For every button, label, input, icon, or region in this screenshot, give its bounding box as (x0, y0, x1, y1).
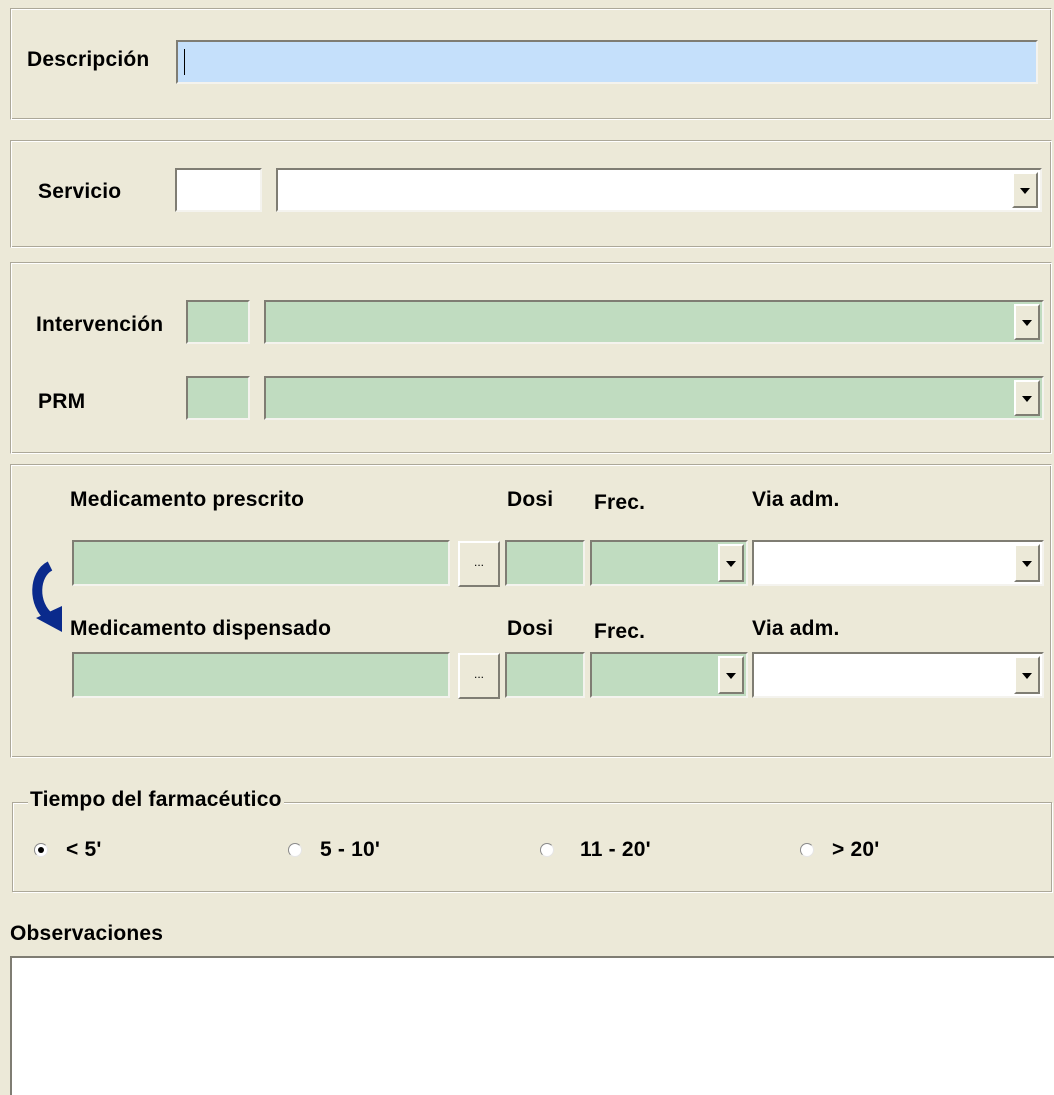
prescrito-via-select[interactable] (752, 540, 1044, 586)
prescrito-frec-label: Frec. (594, 491, 646, 514)
observaciones-textarea[interactable] (10, 956, 1054, 1095)
chevron-down-icon[interactable] (1014, 304, 1040, 340)
dispensado-label: Medicamento dispensado (70, 617, 332, 640)
prm-code-input[interactable] (186, 376, 250, 420)
curved-arrow-icon[interactable] (28, 560, 68, 634)
prescrito-dosi-input[interactable] (505, 540, 585, 586)
dispensado-medicamento-input[interactable] (72, 652, 450, 698)
tiempo-option-label: < 5' (66, 838, 102, 861)
prescrito-frec-select[interactable] (590, 540, 748, 586)
prescrito-medicamento-input[interactable] (72, 540, 450, 586)
servicio-label: Servicio (38, 180, 122, 203)
chevron-down-icon[interactable] (1014, 544, 1040, 582)
chevron-down-icon[interactable] (718, 656, 744, 694)
chevron-down-icon[interactable] (1012, 172, 1038, 208)
chevron-down-icon[interactable] (1014, 380, 1040, 416)
servicio-select[interactable] (276, 168, 1042, 212)
dispensado-dosi-label: Dosi (507, 617, 554, 640)
descripcion-label: Descripción (27, 48, 150, 71)
intervencion-select[interactable] (264, 300, 1044, 344)
intervencion-panel (10, 262, 1052, 454)
dispensado-dosi-input[interactable] (505, 652, 585, 698)
dispensado-via-label: Via adm. (752, 617, 840, 640)
radio-button[interactable] (800, 843, 814, 857)
radio-button[interactable] (288, 843, 302, 857)
radio-button[interactable] (540, 843, 554, 857)
descripcion-input[interactable] (176, 40, 1038, 84)
dispensado-browse-button[interactable]: ... (458, 653, 500, 699)
prescrito-browse-button[interactable]: ... (458, 541, 500, 587)
tiempo-groupbox (12, 802, 1052, 892)
servicio-code-input[interactable] (175, 168, 262, 212)
tiempo-option-label: 11 - 20' (580, 838, 651, 861)
prescrito-dosi-label: Dosi (507, 488, 554, 511)
dispensado-frec-label: Frec. (594, 620, 646, 643)
prescrito-label: Medicamento prescrito (70, 488, 305, 511)
intervencion-code-input[interactable] (186, 300, 250, 344)
text-cursor (184, 49, 185, 75)
prescrito-via-label: Via adm. (752, 488, 840, 511)
radio-button[interactable] (34, 843, 48, 857)
dispensado-via-select[interactable] (752, 652, 1044, 698)
intervencion-label: Intervención (36, 313, 164, 336)
prm-select[interactable] (264, 376, 1044, 420)
chevron-down-icon[interactable] (718, 544, 744, 582)
dispensado-frec-select[interactable] (590, 652, 748, 698)
chevron-down-icon[interactable] (1014, 656, 1040, 694)
tiempo-option-label: > 20' (832, 838, 880, 861)
tiempo-title: Tiempo del farmacéutico (28, 788, 284, 812)
observaciones-label: Observaciones (10, 922, 164, 945)
prm-label: PRM (38, 390, 86, 413)
tiempo-option-label: 5 - 10' (320, 838, 381, 861)
